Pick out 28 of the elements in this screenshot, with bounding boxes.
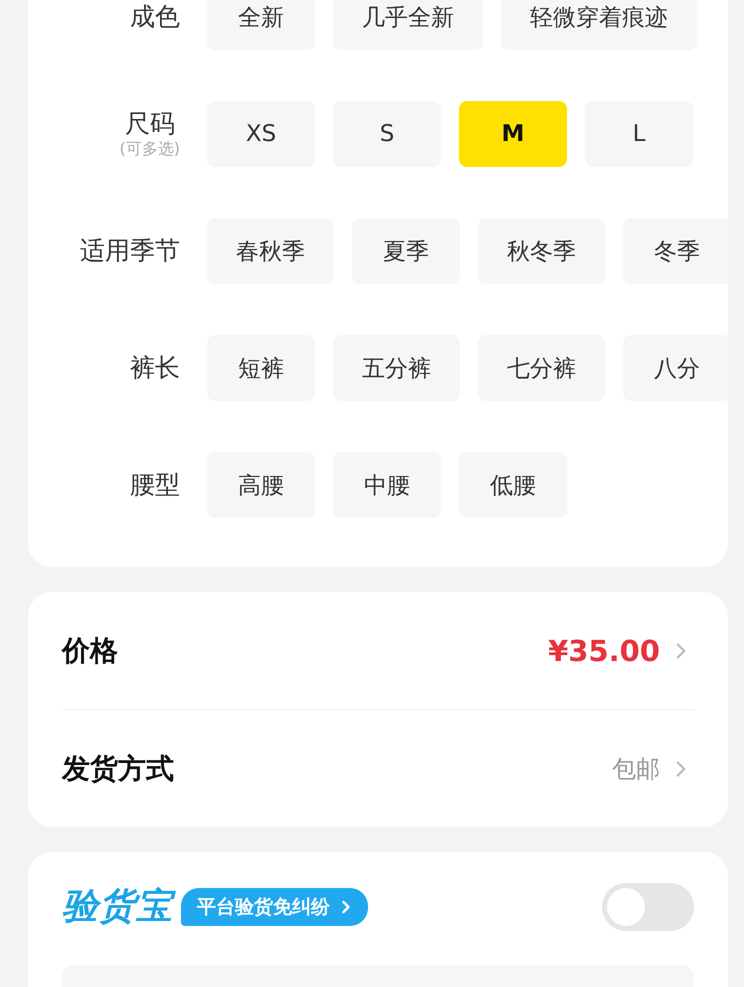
option-chip[interactable]: 低腰 <box>459 452 567 518</box>
option-chip[interactable]: 五分裤 <box>333 335 460 401</box>
attribute-label: 腰型 <box>130 470 180 500</box>
option-chip[interactable]: 轻微穿着痕迹 <box>501 0 697 50</box>
option-chip[interactable]: 中腰 <box>333 452 441 518</box>
option-chip[interactable]: L <box>585 101 693 167</box>
option-chip[interactable]: 夏季 <box>352 218 460 284</box>
attribute-hint: (可多选) <box>120 139 180 159</box>
option-chip[interactable]: 冬季 <box>623 218 728 284</box>
attribute-label: 成色 <box>130 2 180 32</box>
detail-label: 发货方式 <box>62 750 174 786</box>
toggle-switch[interactable] <box>602 882 694 930</box>
detail-label: 价格 <box>62 632 118 668</box>
option-chip[interactable]: M <box>459 101 567 167</box>
attribute-label: 适用季节 <box>80 236 180 266</box>
option-chip[interactable]: 八分 <box>623 335 728 401</box>
option-chip[interactable]: 几乎全新 <box>333 0 483 50</box>
option-chip[interactable]: S <box>333 101 441 167</box>
attribute-label: 尺码 <box>124 109 175 140</box>
option-chip[interactable]: 春秋季 <box>207 218 334 284</box>
price-value[interactable]: ¥35.00 <box>548 634 660 668</box>
option-chip[interactable]: 七分裤 <box>478 335 605 401</box>
option-chip[interactable]: XS <box>207 101 315 167</box>
option-chip[interactable]: 全新 <box>207 0 315 50</box>
attribute-label: 裤长 <box>130 353 180 383</box>
option-chip[interactable]: 高腰 <box>207 452 315 518</box>
option-chip[interactable]: 短裤 <box>207 335 315 401</box>
option-chip[interactable]: 秋冬季 <box>478 218 605 284</box>
